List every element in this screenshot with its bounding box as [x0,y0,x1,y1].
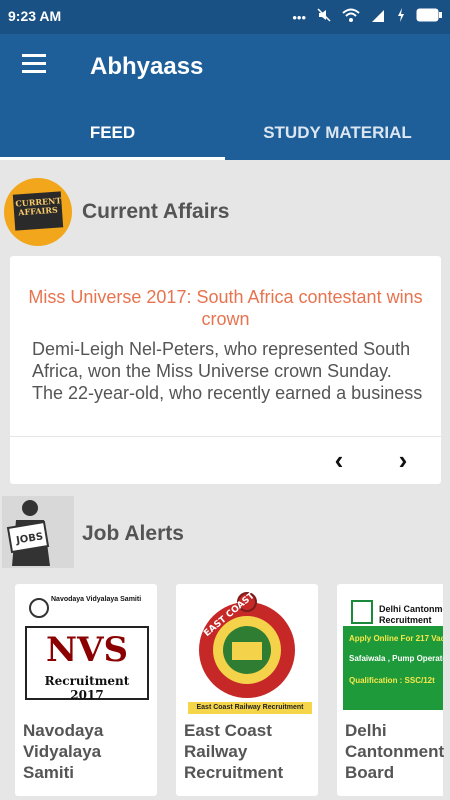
tab-feed[interactable]: FEED [0,114,225,160]
dcb-line1: Apply Online For 217 Vac [349,634,443,643]
charging-icon [396,7,406,28]
mute-icon [316,7,332,28]
job-card-dcb[interactable]: Delhi Cantonment Bo Recruitment Apply On… [337,584,445,796]
signal-icon [370,7,386,28]
nvs-sub-text: Recruitment 2017 [44,674,130,702]
job-title: Navodaya Vidyalaya Samiti [23,721,104,782]
status-icons: ••• [292,7,442,28]
job-card-nvs[interactable]: Navodaya Vidyalaya Samiti NVS Recruitmen… [15,584,157,796]
newspaper-icon: CURRENT AFFAIRS [12,191,64,231]
dcb-line2: Safaiwala , Pump Operator ,Pe [349,654,443,663]
hamburger-menu-icon[interactable] [22,54,48,76]
tab-bar: FEED STUDY MATERIAL [0,114,450,160]
job-title: East Coast Railway Recruitment [184,721,284,782]
news-headline[interactable]: Miss Universe 2017: South Africa contest… [28,286,423,330]
job-card-ecr[interactable]: EAST COAST RAILWAY East Coast Railway Re… [176,584,318,796]
news-card[interactable]: Miss Universe 2017: South Africa contest… [10,256,441,484]
railway-seal-icon: EAST COAST RAILWAY [199,590,295,698]
tab-indicator [0,157,225,160]
status-time: 9:23 AM [8,8,62,24]
chevron-left-icon[interactable]: ‹ [324,446,354,476]
app-bar: Abhyaass FEED STUDY MATERIAL [0,34,450,160]
current-affairs-header[interactable]: CURRENT AFFAIRS Current Affairs [0,174,450,246]
nvs-header: Navodaya Vidyalaya Samiti [51,596,142,603]
status-bar: 9:23 AM ••• [0,0,450,34]
nvs-big-text: NVS [45,630,128,670]
section-title-current-affairs: Current Affairs [82,200,230,223]
job-image-nvs: Navodaya Vidyalaya Samiti NVS Recruitmen… [21,590,151,714]
chevron-right-icon[interactable]: › [388,446,418,476]
ecr-banner: East Coast Railway Recruitment 2017 [188,702,312,714]
battery-icon [416,8,442,27]
dots-icon: ••• [292,9,306,25]
tab-study-material[interactable]: STUDY MATERIAL [225,114,450,160]
dcb-header: Delhi Cantonment Bo [379,604,443,614]
card-divider [10,436,441,437]
wifi-icon [342,7,360,28]
dcb-line3: Qualification : SSC/12t [349,676,435,685]
jobs-newspaper-icon: JOBS [2,496,74,568]
job-title: Delhi Cantonment Board [345,721,445,782]
dcb-green-box: Apply Online For 217 Vac Safaiwala , Pum… [343,626,443,710]
job-image-ecr: EAST COAST RAILWAY East Coast Railway Re… [182,590,312,714]
section-title-job-alerts: Job Alerts [82,522,184,545]
job-image-dcb: Delhi Cantonment Bo Recruitment Apply On… [343,590,443,714]
cantonment-logo-icon [351,600,373,624]
app-title: Abhyaass [90,53,204,80]
logo-text: CURRENT AFFAIRS [15,195,62,218]
dcb-header2: Recruitment [379,615,432,625]
current-affairs-logo-icon: CURRENT AFFAIRS [4,178,72,246]
emblem-icon [29,598,49,618]
news-body: Demi-Leigh Nel-Peters, who represented S… [32,339,423,403]
job-alerts-header[interactable]: JOBS Job Alerts [0,496,450,568]
